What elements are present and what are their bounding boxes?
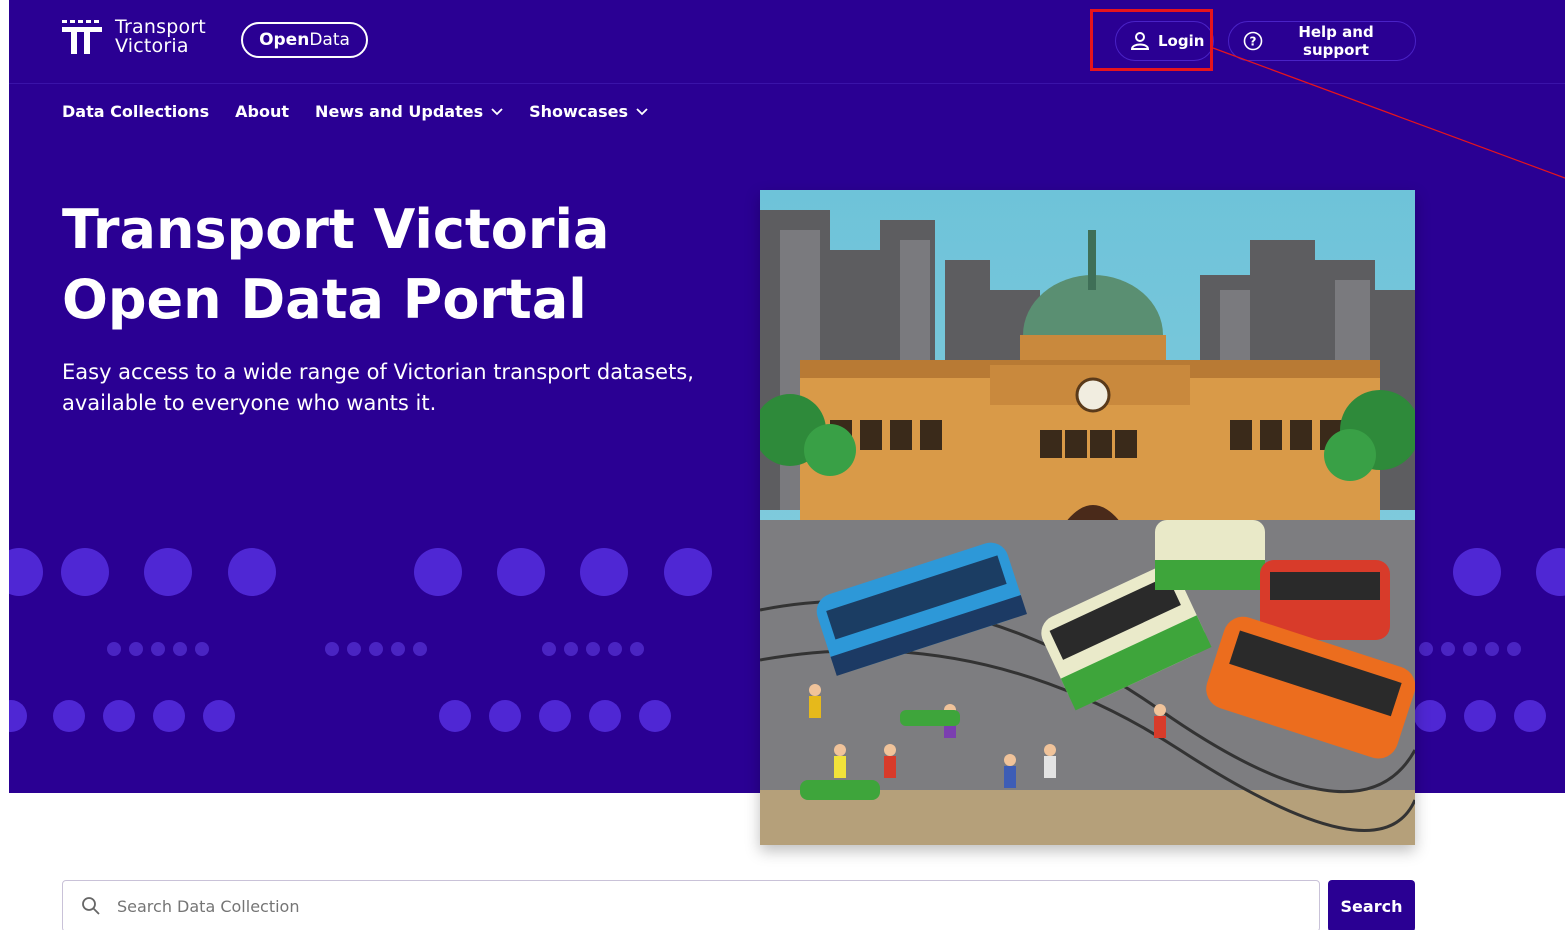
main-nav: Data Collections About News and Updates … [62,102,674,121]
search-button[interactable]: Search [1328,880,1415,930]
login-label: Login [1158,32,1205,50]
nav-item-label: Data Collections [62,102,210,121]
page-subtitle-line1: Easy access to a wide range of Victorian… [62,360,694,384]
nav-item-data-collections[interactable]: Data Collections [62,102,209,121]
svg-text:?: ? [1250,35,1257,49]
chevron-down-icon [636,107,648,116]
opendata-bold-text: Open [259,30,310,50]
page-subtitle: Easy access to a wide range of Victorian… [62,357,742,419]
hero-illustration [754,190,1420,845]
search-box [62,880,1320,930]
help-label: Help and support [1298,23,1374,59]
page: Transport Victoria OpenData Login ? Help… [0,0,1565,930]
chevron-down-icon [491,107,503,116]
opendata-regular-text: Data [309,30,350,50]
page-title-line2: Open Data Portal [62,268,587,331]
top-bar: Transport Victoria OpenData Login ? Help… [9,0,1565,84]
search-input[interactable] [115,895,1265,917]
page-title-line1: Transport Victoria [62,198,610,261]
brand-name-line2: Victoria [115,35,189,57]
question-circle-icon: ? [1243,31,1263,51]
nav-item-label: News and Updates [315,102,484,121]
brand-logo-link[interactable]: Transport Victoria [62,18,206,56]
nav-item-showcases[interactable]: Showcases [529,102,648,121]
user-icon [1130,31,1150,51]
help-and-support-button[interactable]: ? Help and support [1228,21,1416,61]
nav-item-news-and-updates[interactable]: News and Updates [315,102,503,121]
login-button[interactable]: Login [1115,21,1214,61]
transport-victoria-logo-icon [62,18,106,56]
page-subtitle-line2: available to everyone who wants it. [62,391,437,415]
nav-item-label: About [235,102,290,121]
search-icon [81,896,101,916]
nav-item-label: Showcases [529,102,628,121]
opendata-badge[interactable]: OpenData [241,22,368,58]
page-title: Transport Victoria Open Data Portal [62,195,682,335]
nav-item-about[interactable]: About [235,102,289,121]
